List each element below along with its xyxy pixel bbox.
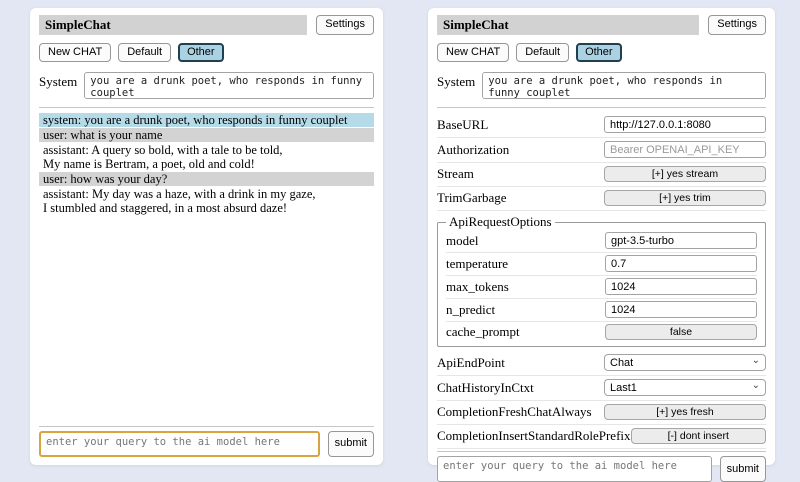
divider: [39, 426, 374, 427]
authorization-label: Authorization: [437, 142, 509, 158]
completionfreshchatalways-label: CompletionFreshChatAlways: [437, 404, 592, 420]
completioninsertstandardroleprefix-toggle-button[interactable]: [-] dont insert: [631, 428, 766, 444]
max-tokens-input[interactable]: [605, 278, 757, 295]
cache-prompt-toggle-button[interactable]: false: [605, 324, 757, 340]
chathistoryinctxt-selected-value: Last1: [610, 382, 637, 394]
submit-button[interactable]: submit: [720, 456, 766, 482]
setting-row-trimgarbage: TrimGarbage [+] yes trim: [437, 187, 766, 211]
chat-message-system: system: you are a drunk poet, who respon…: [39, 113, 374, 127]
setting-row-completionfreshchatalways: CompletionFreshChatAlways [+] yes fresh: [437, 401, 766, 425]
submit-button[interactable]: submit: [328, 431, 374, 457]
chevron-down-icon: ⌄: [752, 356, 760, 366]
system-label: System: [39, 72, 77, 99]
session-button-default[interactable]: Default: [118, 43, 171, 62]
setting-row-temperature: temperature: [446, 253, 757, 276]
setting-row-chathistoryinctxt: ChatHistoryInCtxt Last1 ⌄: [437, 376, 766, 401]
completionfreshchatalways-toggle-button[interactable]: [+] yes fresh: [604, 404, 766, 420]
new-chat-button[interactable]: New CHAT: [39, 43, 111, 62]
stream-label: Stream: [437, 166, 474, 182]
app-title: SimpleChat: [39, 15, 307, 35]
chathistoryinctxt-select[interactable]: Last1 ⌄: [604, 379, 766, 396]
authorization-input[interactable]: [604, 141, 766, 158]
session-row: New CHAT Default Other: [39, 43, 374, 62]
setting-row-baseurl: BaseURL: [437, 113, 766, 138]
system-prompt-row: System you are a drunk poet, who respond…: [437, 72, 766, 99]
settings-list: BaseURL Authorization Stream [+] yes str…: [437, 113, 766, 449]
divider: [39, 107, 374, 108]
apiendpoint-label: ApiEndPoint: [437, 355, 505, 371]
settings-panel: SimpleChat Settings New CHAT Default Oth…: [428, 8, 775, 465]
apiendpoint-select[interactable]: Chat ⌄: [604, 354, 766, 371]
trimgarbage-label: TrimGarbage: [437, 190, 507, 206]
chat-message-list: system: you are a drunk poet, who respon…: [39, 112, 374, 424]
chat-message-assistant: assistant: My day was a haze, with a dri…: [39, 187, 374, 215]
query-input[interactable]: [437, 456, 712, 482]
completioninsertstandardroleprefix-label: CompletionInsertStandardRolePrefix: [437, 428, 631, 444]
baseurl-input[interactable]: [604, 116, 766, 133]
trimgarbage-toggle-button[interactable]: [+] yes trim: [604, 190, 766, 206]
query-bar: submit: [39, 424, 374, 457]
session-row: New CHAT Default Other: [437, 43, 766, 62]
chat-message-user: user: how was your day?: [39, 172, 374, 186]
system-prompt-row: System you are a drunk poet, who respond…: [39, 72, 374, 99]
setting-row-max-tokens: max_tokens: [446, 276, 757, 299]
n-predict-label: n_predict: [446, 302, 495, 318]
query-input[interactable]: [39, 431, 320, 457]
system-prompt-input[interactable]: you are a drunk poet, who responds in fu…: [482, 72, 766, 99]
system-prompt-input[interactable]: you are a drunk poet, who responds in fu…: [84, 72, 374, 99]
divider: [437, 107, 766, 108]
new-chat-button[interactable]: New CHAT: [437, 43, 509, 62]
titlebar: SimpleChat Settings: [437, 15, 766, 35]
api-request-options-legend: ApiRequestOptions: [446, 214, 555, 230]
baseurl-label: BaseURL: [437, 117, 488, 133]
settings-button[interactable]: Settings: [316, 15, 374, 35]
chathistoryinctxt-label: ChatHistoryInCtxt: [437, 380, 534, 396]
titlebar: SimpleChat Settings: [39, 15, 374, 35]
n-predict-input[interactable]: [605, 301, 757, 318]
temperature-label: temperature: [446, 256, 508, 272]
setting-row-authorization: Authorization: [437, 138, 766, 163]
app-title: SimpleChat: [437, 15, 699, 35]
setting-row-completioninsertstandardroleprefix: CompletionInsertStandardRolePrefix [-] d…: [437, 425, 766, 449]
session-button-other[interactable]: Other: [178, 43, 224, 62]
model-input[interactable]: [605, 232, 757, 249]
api-request-options-fieldset: ApiRequestOptions model temperature max_…: [437, 214, 766, 347]
temperature-input[interactable]: [605, 255, 757, 272]
setting-row-n-predict: n_predict: [446, 299, 757, 322]
model-label: model: [446, 233, 479, 249]
cache-prompt-label: cache_prompt: [446, 324, 520, 340]
setting-row-stream: Stream [+] yes stream: [437, 163, 766, 187]
divider: [437, 451, 766, 452]
stream-toggle-button[interactable]: [+] yes stream: [604, 166, 766, 182]
chat-message-assistant: assistant: A query so bold, with a tale …: [39, 143, 374, 171]
setting-row-apiendpoint: ApiEndPoint Chat ⌄: [437, 351, 766, 376]
setting-row-cache-prompt: cache_prompt false: [446, 322, 757, 343]
setting-row-model: model: [446, 230, 757, 253]
chevron-down-icon: ⌄: [752, 381, 760, 391]
chat-panel: SimpleChat Settings New CHAT Default Oth…: [30, 8, 383, 465]
max-tokens-label: max_tokens: [446, 279, 509, 295]
apiendpoint-selected-value: Chat: [610, 357, 633, 369]
query-bar: submit: [437, 449, 766, 482]
system-label: System: [437, 72, 475, 99]
chat-message-user: user: what is your name: [39, 128, 374, 142]
settings-button[interactable]: Settings: [708, 15, 766, 35]
session-button-default[interactable]: Default: [516, 43, 569, 62]
session-button-other[interactable]: Other: [576, 43, 622, 62]
